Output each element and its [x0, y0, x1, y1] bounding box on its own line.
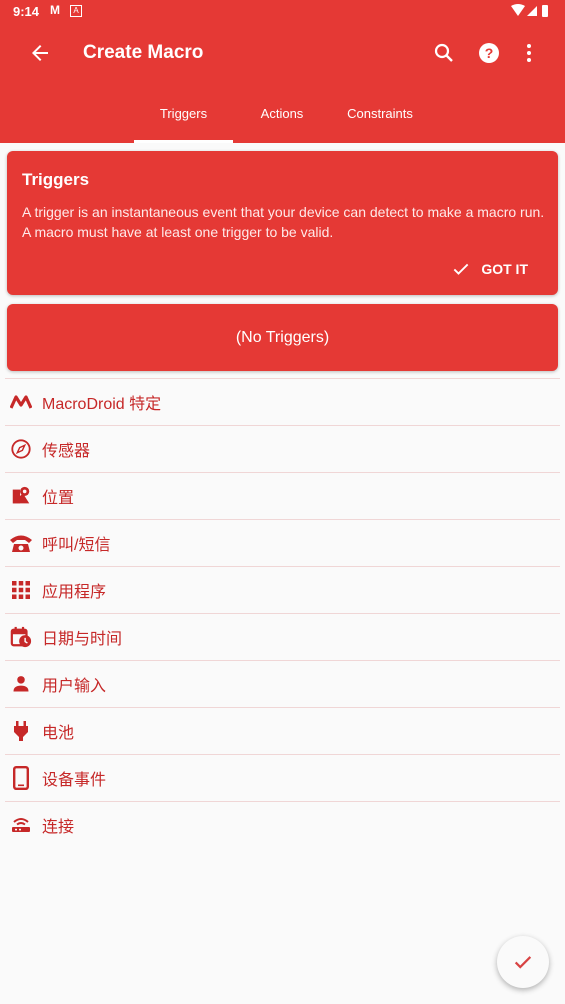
status-bar: 9:14 M A	[0, 0, 565, 24]
got-it-button[interactable]: GOT IT	[451, 259, 528, 279]
plug-icon	[8, 719, 34, 743]
toolbar: Create Macro ?	[0, 24, 565, 82]
no-triggers-card[interactable]: (No Triggers)	[7, 304, 558, 371]
tab-actions[interactable]: Actions	[236, 95, 328, 143]
category-label: 位置	[42, 490, 75, 507]
tab-bar: Triggers Actions Constraints	[0, 95, 565, 143]
category-applications[interactable]: 应用程序	[5, 566, 560, 613]
smartphone-icon	[8, 766, 34, 790]
check-icon	[454, 263, 469, 275]
check-icon	[514, 956, 532, 969]
apps-grid-icon	[8, 578, 34, 602]
category-sensors[interactable]: 传感器	[5, 425, 560, 472]
back-arrow-icon[interactable]	[28, 41, 52, 65]
category-label: MacroDroid 特定	[42, 396, 162, 413]
search-icon[interactable]	[432, 41, 456, 65]
category-label: 日期与时间	[42, 631, 123, 648]
trigger-category-list: MacroDroid 特定 传感器 位置 呼叫/短信 应用程序 日期与时间 用户…	[5, 378, 560, 848]
phone-icon	[8, 531, 34, 555]
category-label: 设备事件	[42, 772, 107, 789]
macrodroid-icon	[8, 390, 34, 414]
category-label: 用户输入	[42, 678, 107, 695]
macrodroid-notification-icon: M	[50, 3, 60, 17]
tab-triggers[interactable]: Triggers	[134, 95, 233, 143]
category-user-input[interactable]: 用户输入	[5, 660, 560, 707]
category-label: 呼叫/短信	[42, 537, 111, 554]
help-icon[interactable]: ?	[477, 41, 501, 65]
status-time: 9:14	[13, 4, 40, 19]
category-call-sms[interactable]: 呼叫/短信	[5, 519, 560, 566]
info-card-body: A trigger is an instantaneous event that…	[22, 204, 545, 240]
tab-constraints[interactable]: Constraints	[332, 95, 428, 143]
category-label: 传感器	[42, 443, 91, 460]
svg-text:?: ?	[485, 45, 494, 61]
confirm-fab[interactable]	[497, 936, 549, 988]
page-title: Create Macro	[83, 42, 204, 63]
category-date-time[interactable]: 日期与时间	[5, 613, 560, 660]
category-label: 电池	[42, 725, 75, 742]
category-label: 连接	[42, 819, 75, 836]
more-options-icon[interactable]	[517, 41, 541, 65]
map-pin-icon	[8, 484, 34, 508]
category-macrodroid[interactable]: MacroDroid 特定	[5, 378, 560, 425]
signal-battery-icon	[511, 4, 548, 17]
category-label: 应用程序	[42, 584, 107, 601]
person-icon	[8, 672, 34, 696]
category-location[interactable]: 位置	[5, 472, 560, 519]
category-device-events[interactable]: 设备事件	[5, 754, 560, 801]
got-it-label: GOT IT	[481, 261, 528, 277]
no-triggers-label: (No Triggers)	[235, 329, 330, 346]
compass-icon	[8, 437, 34, 461]
info-card-title: Triggers	[22, 170, 90, 189]
category-battery[interactable]: 电池	[5, 707, 560, 754]
router-icon	[8, 813, 34, 837]
calendar-clock-icon	[8, 625, 34, 649]
app-notification-icon: A	[70, 5, 82, 17]
category-connectivity[interactable]: 连接	[5, 801, 560, 848]
app-bar: 9:14 M A Create Macro ? Triggers Actions…	[0, 0, 565, 143]
triggers-info-card: Triggers A trigger is an instantaneous e…	[7, 151, 558, 295]
